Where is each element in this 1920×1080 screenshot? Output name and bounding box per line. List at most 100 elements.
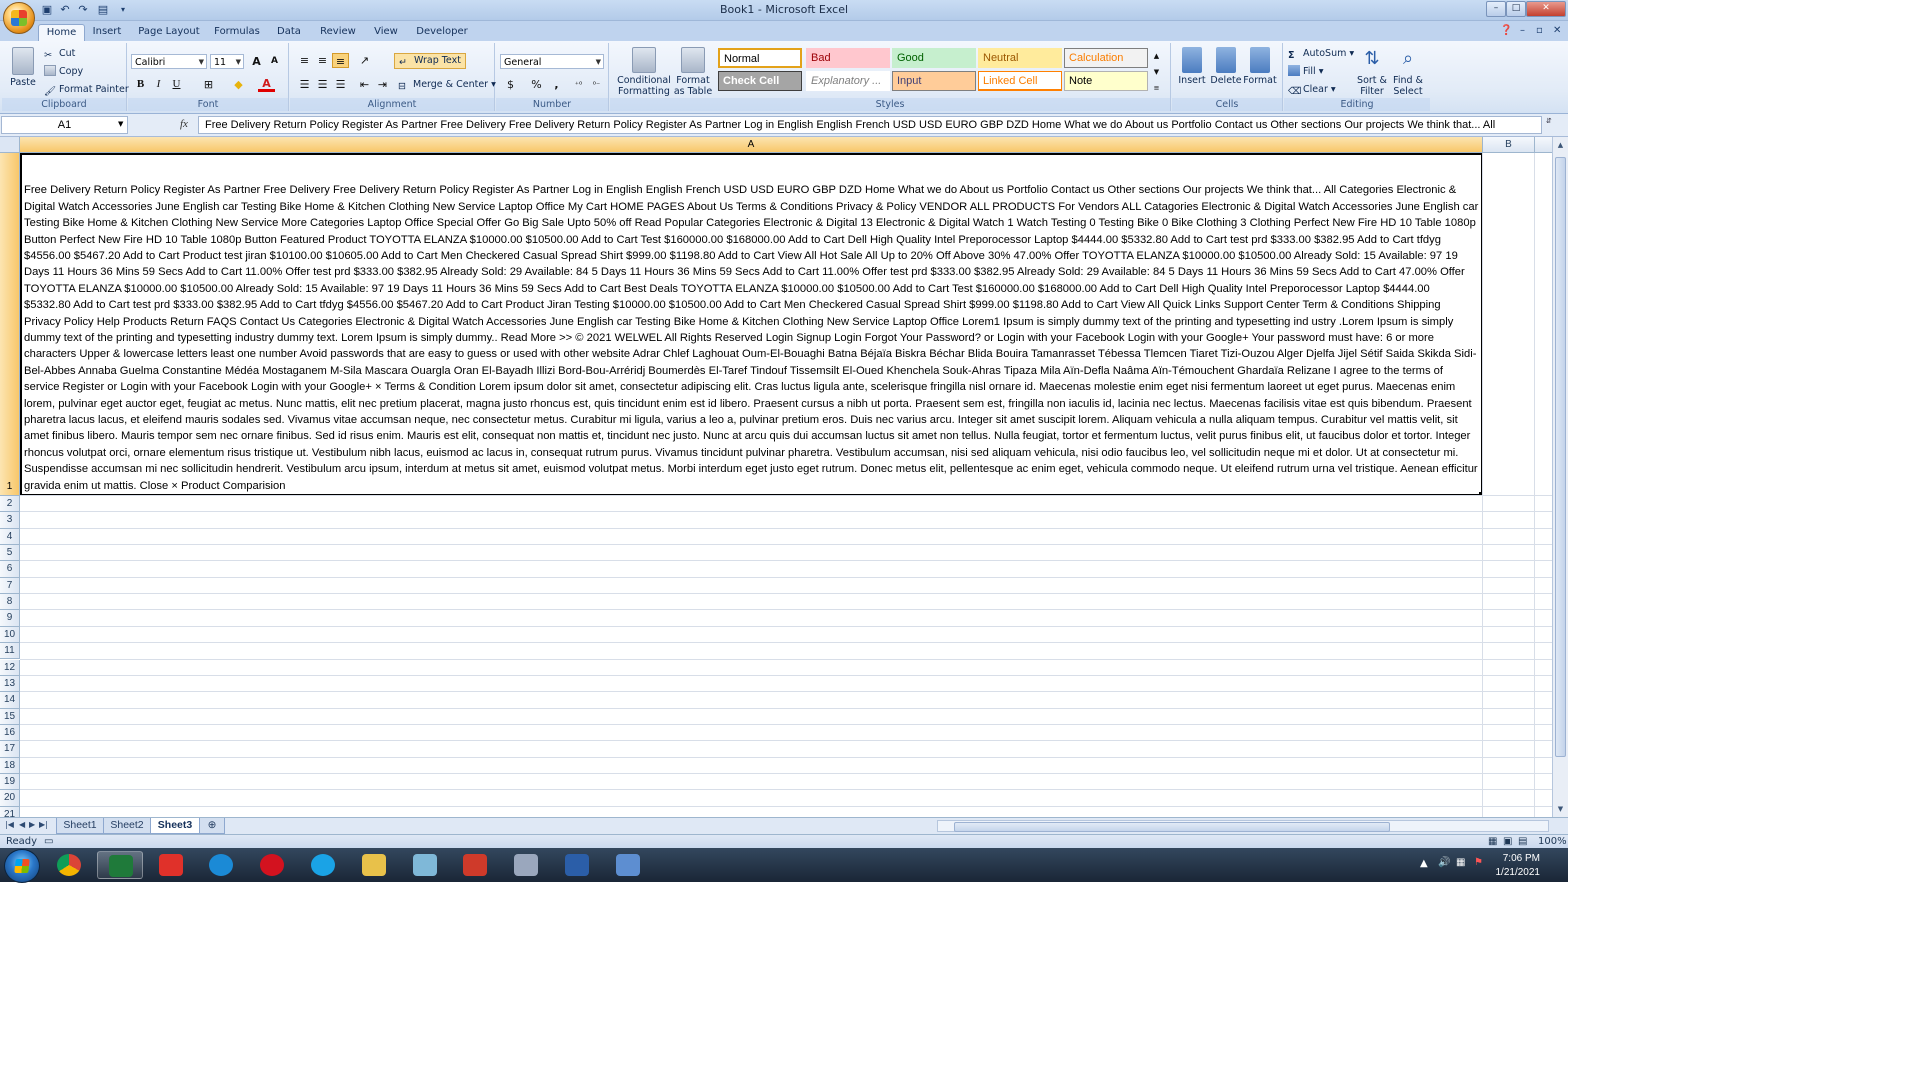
taskbar-chrome-button[interactable]	[46, 851, 92, 879]
scroll-down-icon[interactable]: ▼	[1555, 803, 1566, 815]
volume-icon[interactable]: 🔊	[1438, 857, 1450, 868]
shrink-font-button[interactable]: A	[266, 54, 283, 69]
style-cell-bad[interactable]: Bad	[806, 48, 890, 68]
row-header-13[interactable]: 13	[0, 675, 20, 693]
page-layout-view-icon[interactable]: ▣	[1503, 835, 1512, 848]
taskbar-opera-button[interactable]	[249, 851, 295, 879]
start-button[interactable]	[4, 849, 40, 883]
taskbar-file-explorer-button[interactable]	[351, 851, 397, 879]
macro-record-icon[interactable]: ▭	[44, 835, 53, 848]
format-painter-button[interactable]: 🖌 Format Painter	[44, 83, 129, 97]
row-header-11[interactable]: 11	[0, 643, 20, 660]
clear-button[interactable]: ⌫ Clear ▾	[1288, 83, 1336, 97]
taskbar-edge-button[interactable]	[198, 851, 244, 879]
tab-view[interactable]: View	[368, 24, 404, 41]
font-color-icon[interactable]: A	[258, 77, 275, 92]
align-right-icon[interactable]: ☰	[332, 77, 349, 92]
align-left-icon[interactable]: ☰	[296, 77, 313, 92]
next-sheet-icon[interactable]: ▶	[29, 820, 35, 829]
workbook-close-icon[interactable]: ✕	[1553, 25, 1561, 36]
column-header-a[interactable]: A	[20, 137, 1483, 153]
insert-function-button[interactable]: fx	[180, 118, 188, 130]
decrease-indent-icon[interactable]: ⇤	[356, 77, 373, 92]
row-header-19[interactable]: 19	[0, 773, 20, 791]
formula-expand-icon[interactable]: ⇵	[1546, 117, 1552, 125]
taskbar-paint-button[interactable]	[503, 851, 549, 879]
horizontal-scrollbar[interactable]	[937, 820, 1549, 832]
font-size-dropdown[interactable]: 11 ▼	[210, 54, 244, 69]
style-cell-calculation[interactable]: Calculation	[1064, 48, 1148, 68]
comma-button[interactable]: ,	[548, 77, 565, 92]
align-top-icon[interactable]: ≡	[296, 53, 313, 68]
styles-scroll-down-icon[interactable]: ▼	[1148, 65, 1165, 80]
first-sheet-icon[interactable]: |◀	[5, 820, 14, 829]
tray-expand-icon[interactable]: ▲	[1420, 858, 1428, 869]
normal-view-icon[interactable]: ▦	[1488, 835, 1497, 848]
vertical-scroll-thumb[interactable]	[1555, 157, 1566, 757]
taskbar-word-button[interactable]	[554, 851, 600, 879]
find-select-button[interactable]: ⌕ Find & Select	[1388, 47, 1428, 97]
bold-button[interactable]: B	[132, 77, 149, 92]
row-header-15[interactable]: 15	[0, 708, 20, 725]
office-button[interactable]	[3, 2, 35, 34]
style-cell-check-cell[interactable]: Check Cell	[718, 71, 802, 91]
sort-filter-button[interactable]: ⇅ Sort & Filter	[1352, 47, 1392, 97]
page-break-view-icon[interactable]: ▤	[1518, 835, 1527, 848]
clock-time[interactable]: 7:06 PM	[1503, 853, 1540, 864]
style-cell-good[interactable]: Good	[892, 48, 976, 68]
wrap-text-button[interactable]: ↵ Wrap Text	[394, 53, 466, 69]
row-header-1[interactable]: 1	[0, 153, 20, 496]
fill-button[interactable]: Fill ▾	[1288, 65, 1324, 79]
ribbon-restore-icon[interactable]: ▫	[1536, 25, 1543, 36]
sheet-tab-sheet3[interactable]: Sheet3	[150, 818, 200, 834]
horizontal-scroll-thumb[interactable]	[954, 822, 1390, 832]
style-cell-neutral[interactable]: Neutral	[978, 48, 1062, 68]
orientation-icon[interactable]: ↗	[356, 53, 373, 68]
cell-a1[interactable]: Free Delivery Return Policy Register As …	[20, 153, 1483, 496]
increase-decimal-icon[interactable]: ⁺⁰	[570, 77, 587, 92]
close-button[interactable]: ✕	[1526, 1, 1566, 17]
action-center-icon[interactable]: ⚑	[1474, 857, 1483, 868]
row-header-14[interactable]: 14	[0, 692, 20, 709]
taskbar-skype-button[interactable]	[300, 851, 346, 879]
taskbar-acrobat-button[interactable]	[452, 851, 498, 879]
borders-icon[interactable]: ⊞	[200, 77, 217, 92]
autosum-button[interactable]: Σ AutoSum ▾	[1288, 47, 1354, 61]
tab-developer[interactable]: Developer	[414, 24, 470, 41]
grow-font-button[interactable]: A	[248, 54, 265, 69]
zoom-level[interactable]: 100%	[1538, 835, 1567, 848]
row-header-6[interactable]: 6	[0, 561, 20, 578]
tab-formulas[interactable]: Formulas	[210, 24, 264, 41]
tab-page-layout[interactable]: Page Layout	[136, 24, 202, 41]
style-cell-explanatory[interactable]: Explanatory ...	[806, 71, 890, 91]
increase-indent-icon[interactable]: ⇥	[374, 77, 391, 92]
underline-button[interactable]: U	[168, 77, 185, 92]
number-format-dropdown[interactable]: General ▼	[500, 54, 604, 69]
tab-home[interactable]: Home	[38, 24, 85, 42]
cut-button[interactable]: ✂ Cut	[44, 47, 75, 61]
column-header-b[interactable]: B	[1483, 137, 1535, 153]
style-cell-normal[interactable]: Normal	[718, 48, 802, 68]
formula-input[interactable]: Free Delivery Return Policy Register As …	[198, 116, 1542, 134]
format-as-table-button[interactable]: Format as Table	[670, 47, 716, 97]
vertical-scrollbar[interactable]: ▲ ▼	[1552, 137, 1568, 817]
scroll-up-icon[interactable]: ▲	[1555, 139, 1566, 151]
select-all-corner[interactable]	[0, 137, 20, 153]
styles-scroll-up-icon[interactable]: ▲	[1148, 49, 1165, 64]
align-bottom-icon[interactable]: ≡	[332, 53, 349, 68]
style-cell-linked-cell[interactable]: Linked Cell	[978, 71, 1062, 91]
row-header-2[interactable]: 2	[0, 496, 20, 513]
name-box-dropdown-icon[interactable]: ▼	[118, 120, 123, 128]
align-center-icon[interactable]: ☰	[314, 77, 331, 92]
tab-data[interactable]: Data	[272, 24, 306, 41]
insert-button[interactable]: Insert	[1174, 47, 1210, 86]
paste-button[interactable]: Paste	[6, 47, 40, 88]
styles-more-icon[interactable]: ≡	[1148, 81, 1165, 96]
align-middle-icon[interactable]: ≡	[314, 53, 331, 68]
row-header-10[interactable]: 10	[0, 626, 20, 644]
taskbar-excel-button[interactable]	[96, 851, 143, 879]
name-box[interactable]: A1	[1, 116, 128, 134]
row-header-9[interactable]: 9	[0, 610, 20, 627]
row-header-12[interactable]: 12	[0, 659, 20, 676]
row-header-5[interactable]: 5	[0, 545, 20, 562]
